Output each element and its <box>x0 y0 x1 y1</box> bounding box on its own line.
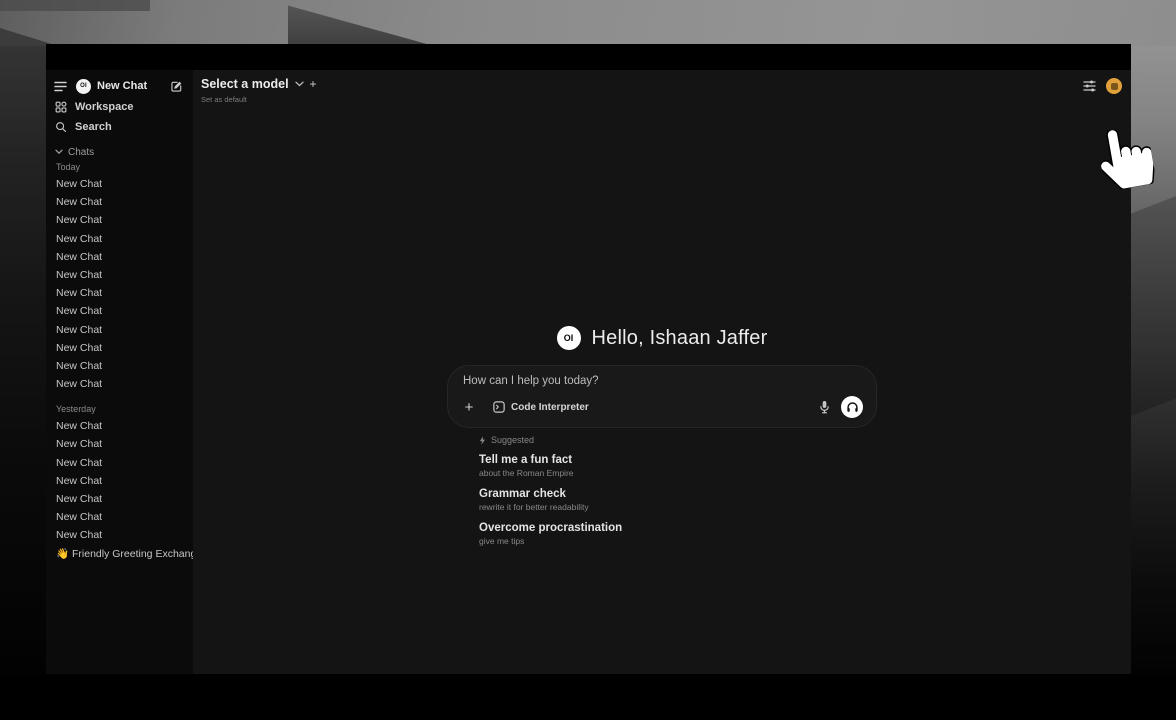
chat-item[interactable]: New Chat <box>46 339 193 357</box>
main-header: Select a model + Set as default <box>201 77 1122 104</box>
desktop-backdrop-left <box>0 46 46 675</box>
chat-item[interactable]: New Chat <box>46 248 193 266</box>
chat-item[interactable]: New Chat <box>46 357 193 375</box>
chat-item[interactable]: New Chat <box>46 435 193 453</box>
app-logo-icon: OI <box>76 79 91 94</box>
user-avatar[interactable] <box>1106 78 1122 94</box>
suggested-prompt-title: Tell me a fun fact <box>479 454 877 466</box>
backdrop-strip <box>0 0 150 11</box>
mic-icon[interactable] <box>819 400 830 414</box>
attach-plus-button[interactable]: + <box>461 401 477 414</box>
window-titlebar <box>46 44 1131 70</box>
suggested-label: Suggested <box>491 435 534 445</box>
app-window: OI New Chat Workspace Search <box>46 44 1131 674</box>
prompt-controls: + Code Interpreter <box>461 396 863 418</box>
app-body: OI New Chat Workspace Search <box>46 70 1131 674</box>
suggested-prompt-subtitle: about the Roman Empire <box>479 468 877 478</box>
search-icon <box>55 121 67 133</box>
bolt-icon <box>479 436 486 445</box>
suggested-prompt[interactable]: Tell me a fun fact about the Roman Empir… <box>479 454 877 478</box>
suggested-prompt-title: Grammar check <box>479 488 877 500</box>
prompt-input[interactable]: How can I help you today? <box>461 375 863 387</box>
chat-item[interactable]: New Chat <box>46 302 193 320</box>
suggested-section: Suggested Tell me a fun fact about the R… <box>447 435 877 546</box>
sidebar-item-workspace[interactable]: Workspace <box>46 97 193 116</box>
desktop-backdrop-top <box>0 0 1176 46</box>
code-interpreter-icon <box>493 401 505 413</box>
chat-item[interactable]: New Chat <box>46 230 193 248</box>
suggested-prompt-title: Overcome procrastination <box>479 522 877 534</box>
model-selector-block: Select a model + Set as default <box>201 77 317 104</box>
main-area: Select a model + Set as default <box>193 70 1131 674</box>
set-as-default-link[interactable]: Set as default <box>201 95 317 104</box>
chat-item[interactable]: New Chat <box>46 417 193 435</box>
desktop-backdrop-right <box>1131 46 1176 675</box>
chat-item[interactable]: New Chat <box>46 526 193 544</box>
header-right <box>1083 78 1122 94</box>
welcome-section: OI Hello, Ishaan Jaffer How can I help y… <box>447 326 877 556</box>
chat-item[interactable]: New Chat <box>46 284 193 302</box>
chat-item[interactable]: New Chat <box>46 508 193 526</box>
prompt-input-box[interactable]: How can I help you today? + Code Interpr… <box>447 365 877 428</box>
chats-section-label: Chats <box>68 147 94 158</box>
greeting-row: OI Hello, Ishaan Jaffer <box>447 326 877 350</box>
chats-section-toggle[interactable]: Chats <box>46 145 193 159</box>
avatar-glyph <box>1111 83 1118 90</box>
chat-item-friendly-greeting[interactable]: 👋 Friendly Greeting Exchange <box>46 545 193 563</box>
suggested-header: Suggested <box>479 435 877 445</box>
suggested-prompt-subtitle: give me tips <box>479 536 877 546</box>
model-selector[interactable]: Select a model + <box>201 77 317 91</box>
chat-item[interactable]: New Chat <box>46 375 193 393</box>
chat-item[interactable]: New Chat <box>46 472 193 490</box>
voice-mode-button[interactable] <box>841 396 863 418</box>
sidebar: OI New Chat Workspace Search <box>46 70 193 674</box>
backdrop-facet <box>1131 196 1176 416</box>
chat-item[interactable]: New Chat <box>46 211 193 229</box>
add-model-button[interactable]: + <box>310 77 317 91</box>
sidebar-item-label: Search <box>75 121 112 133</box>
chat-item[interactable]: New Chat <box>46 266 193 284</box>
headset-icon <box>846 401 859 413</box>
chevron-down-icon <box>55 149 63 155</box>
app-logo-icon: OI <box>557 326 581 350</box>
workspace-grid-icon <box>55 101 67 113</box>
model-selector-label: Select a model <box>201 77 289 91</box>
chat-item[interactable]: New Chat <box>46 175 193 193</box>
suggested-prompt[interactable]: Overcome procrastination give me tips <box>479 522 877 546</box>
sidebar-toggle-menu-icon[interactable] <box>54 81 67 92</box>
backdrop-wedge <box>288 0 434 46</box>
code-interpreter-label: Code Interpreter <box>511 402 589 413</box>
suggested-prompt[interactable]: Grammar check rewrite it for better read… <box>479 488 877 512</box>
sidebar-title: New Chat <box>97 80 170 92</box>
sidebar-item-label: Workspace <box>75 101 134 113</box>
chat-item[interactable]: New Chat <box>46 193 193 211</box>
chevron-down-icon <box>295 81 304 87</box>
new-chat-edit-icon[interactable] <box>170 80 183 93</box>
chat-item[interactable]: New Chat <box>46 490 193 508</box>
sidebar-item-search[interactable]: Search <box>46 117 193 136</box>
chat-item[interactable]: New Chat <box>46 321 193 339</box>
suggested-prompt-subtitle: rewrite it for better readability <box>479 502 877 512</box>
sidebar-header: OI New Chat <box>46 76 193 96</box>
code-interpreter-toggle[interactable]: Code Interpreter <box>493 401 589 413</box>
chat-group-label-yesterday: Yesterday <box>46 404 193 417</box>
chat-group-label-today: Today <box>46 162 193 175</box>
chat-controls-sliders-icon[interactable] <box>1083 80 1096 92</box>
greeting-text: Hello, Ishaan Jaffer <box>592 327 768 350</box>
chat-item[interactable]: New Chat <box>46 454 193 472</box>
